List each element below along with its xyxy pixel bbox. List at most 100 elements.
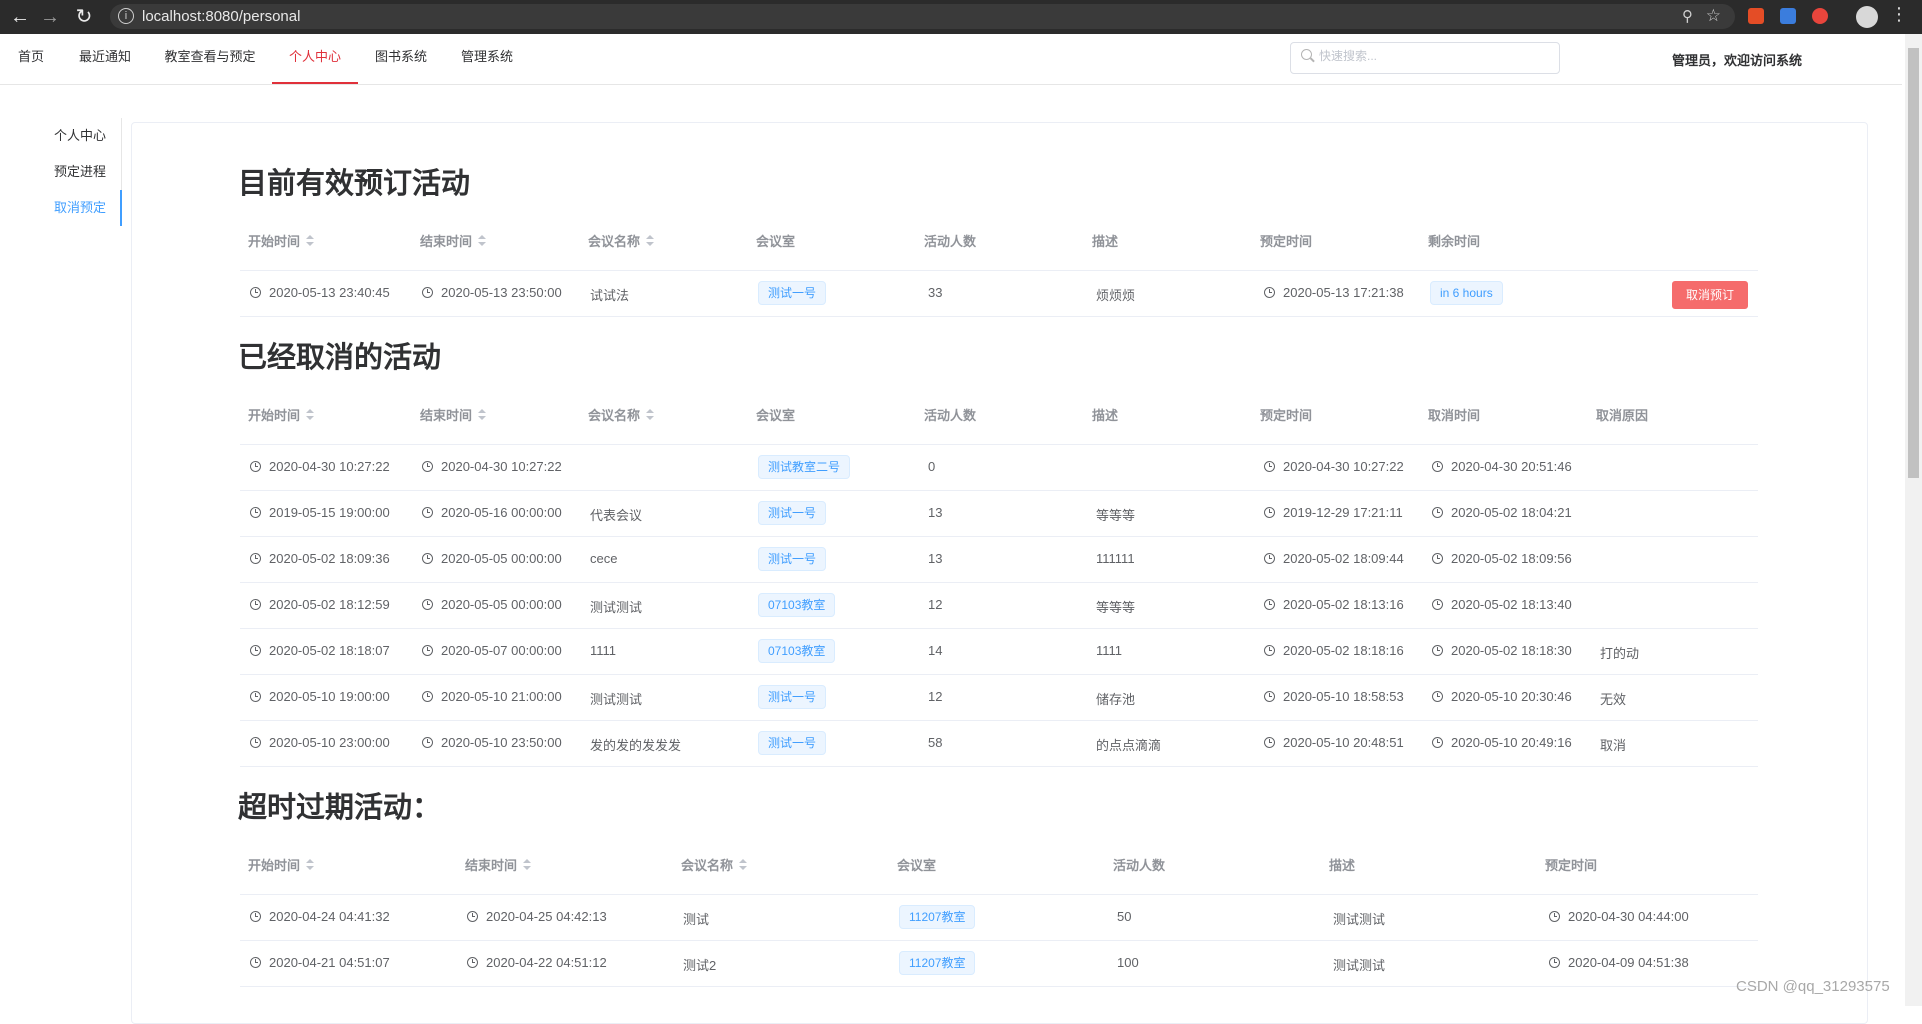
scrollbar-thumb[interactable] [1908,48,1919,478]
table-header: 开始时间 结束时间 会议名称 会议室 活动人数 描述 预定时间 [240,834,1758,895]
search-input[interactable] [1317,48,1551,64]
nav-home[interactable]: 首页 [0,34,62,84]
people-count: 12 [928,689,943,704]
meeting-name: 1111 [590,643,617,658]
meeting-name: 测试测试 [590,692,643,707]
clock-icon [422,287,433,298]
header-people: 活动人数 [1113,858,1166,873]
meeting-name: 代表会议 [590,508,643,523]
page-scrollbar[interactable] [1905,34,1922,1006]
sort-caret-icon[interactable] [739,859,748,871]
clock-icon [1264,553,1275,564]
header-end-time[interactable]: 结束时间 [465,855,532,874]
url-text[interactable]: localhost:8080/personal [142,8,300,25]
forward-arrow-icon[interactable]: → [38,5,62,29]
sidebar-item-personal-center[interactable]: 个人中心 [0,118,122,154]
description: 测试测试 [1333,912,1386,927]
header-start-time[interactable]: 开始时间 [248,231,315,250]
cancel-booking-button[interactable]: 取消预订 [1672,281,1749,309]
profile-avatar-icon[interactable] [1856,6,1878,28]
sort-caret-icon[interactable] [646,235,655,247]
office-extension-icon[interactable] [1748,8,1764,24]
header-booked-time: 预定时间 [1260,408,1313,423]
room-tag: 测试一号 [758,281,827,305]
clock-icon [1264,461,1275,472]
header-meeting-name[interactable]: 会议名称 [588,405,655,424]
table-row: 2020-04-21 04:51:07 2020-04-22 04:51:12 … [240,941,1758,987]
table-row: 2020-05-10 23:00:00 2020-05-10 23:50:00 … [240,721,1758,767]
header-start-time[interactable]: 开始时间 [248,855,315,874]
zoom-icon[interactable]: ⚲ [1682,7,1693,25]
sort-caret-icon[interactable] [306,235,315,247]
header-description: 描述 [1329,858,1356,873]
people-count: 58 [928,735,943,750]
top-navigation: 首页 最近通知 教室查看与预定 个人中心 图书系统 管理系统 管理员，欢迎访问系… [0,34,1902,85]
sort-caret-icon[interactable] [646,409,655,421]
clock-icon [1264,287,1275,298]
back-arrow-icon[interactable]: ← [8,5,32,29]
nav-personal-center[interactable]: 个人中心 [272,34,358,84]
quick-search[interactable] [1290,42,1560,74]
expired-activities-table: 开始时间 结束时间 会议名称 会议室 活动人数 描述 预定时间 2020-04-… [240,834,1758,987]
room-tag: 测试教室二号 [758,455,851,479]
clock-icon [422,507,433,518]
site-info-icon[interactable]: i [118,8,134,24]
header-cancel-reason: 取消原因 [1596,408,1649,423]
clock-icon [422,737,433,748]
clock-icon [1264,691,1275,702]
description: 等等等 [1096,600,1136,615]
clock-icon [250,691,261,702]
nav-admin[interactable]: 管理系统 [444,34,530,84]
room-tag: 测试一号 [758,685,827,709]
table-row: 2020-04-30 10:27:22 2020-04-30 10:27:22 … [240,445,1758,491]
clock-icon [250,645,261,656]
table-row: 2020-05-02 18:09:36 2020-05-05 00:00:00 … [240,537,1758,583]
sort-caret-icon[interactable] [478,409,487,421]
sort-caret-icon[interactable] [306,859,315,871]
header-cancel-time: 取消时间 [1428,408,1481,423]
sort-caret-icon[interactable] [306,409,315,421]
nav-classroom-booking[interactable]: 教室查看与预定 [148,34,272,84]
nav-library[interactable]: 图书系统 [358,34,444,84]
header-meeting-name[interactable]: 会议名称 [588,231,655,250]
meeting-name: 测试 [683,912,710,927]
header-remaining-time: 剩余时间 [1428,234,1481,249]
meeting-name: 测试2 [683,958,717,973]
people-count: 0 [928,459,936,474]
sort-caret-icon[interactable] [478,235,487,247]
header-end-time[interactable]: 结束时间 [420,231,487,250]
description: 111111 [1096,551,1135,566]
clock-icon [422,553,433,564]
clock-icon [1432,461,1443,472]
bookmark-star-icon[interactable]: ☆ [1706,6,1721,26]
clock-icon [1432,553,1443,564]
nav-notices[interactable]: 最近通知 [62,34,148,84]
people-count: 12 [928,597,943,612]
header-meeting-name[interactable]: 会议名称 [681,855,748,874]
people-count: 100 [1117,955,1139,970]
people-count: 13 [928,505,943,520]
sort-caret-icon[interactable] [523,859,532,871]
header-room: 会议室 [897,858,937,873]
cancel-reason: 取消 [1600,738,1627,753]
clock-icon [467,911,478,922]
header-room: 会议室 [756,408,796,423]
header-start-time[interactable]: 开始时间 [248,405,315,424]
sidebar-menu: 个人中心 预定进程 取消预定 [0,118,122,226]
address-bar[interactable]: i localhost:8080/personal ⚲ ☆ [110,4,1735,29]
table-row: 2019-05-15 19:00:00 2020-05-16 00:00:00 … [240,491,1758,537]
header-booked-time: 预定时间 [1545,858,1598,873]
people-count: 50 [1117,909,1132,924]
sidebar-item-booking-progress[interactable]: 预定进程 [0,154,122,190]
translate-extension-icon[interactable] [1780,8,1796,24]
remaining-time-tag: in 6 hours [1430,281,1503,305]
clock-icon [467,957,478,968]
reload-icon[interactable]: ↻ [72,5,96,29]
header-description: 描述 [1092,408,1119,423]
clock-icon [1264,599,1275,610]
header-end-time[interactable]: 结束时间 [420,405,487,424]
sidebar-item-cancel-booking[interactable]: 取消预定 [0,190,122,226]
table-row: 2020-05-02 18:12:59 2020-05-05 00:00:00 … [240,583,1758,629]
adblock-extension-icon[interactable] [1812,8,1828,24]
menu-kebab-icon[interactable]: ⋮ [1890,4,1908,25]
